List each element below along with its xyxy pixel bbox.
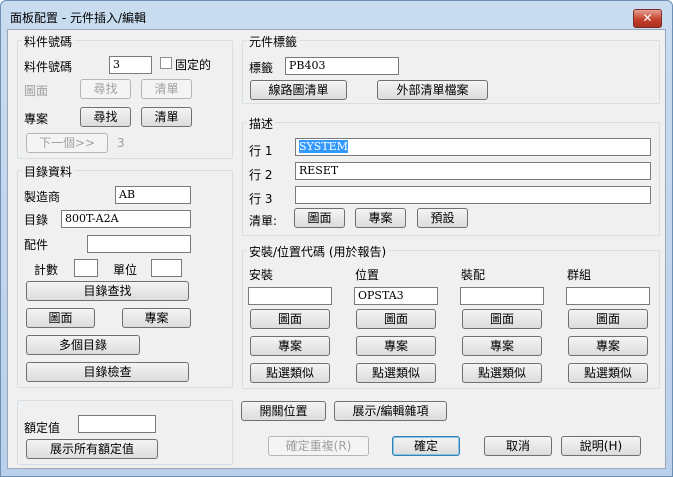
count-input[interactable] (74, 259, 98, 277)
ok-repeat-button[interactable]: 確定重複(R) (268, 436, 369, 456)
description-line-2-input[interactable]: RESET (295, 162, 651, 180)
description-line-1-label: 行 1 (249, 144, 273, 158)
close-button[interactable]: ✕ (633, 9, 662, 28)
group-code-input[interactable] (566, 287, 650, 305)
next-button[interactable]: 下一個>> (26, 133, 108, 153)
close-icon: ✕ (642, 11, 653, 25)
switch-positions-button[interactable]: 開關位置 (241, 401, 326, 421)
manufacturer-input[interactable]: AB (115, 186, 191, 204)
assembly-code-input[interactable] (460, 287, 544, 305)
assembly-code-pick-similar-button[interactable]: 點選類似 (462, 363, 542, 383)
cancel-button[interactable]: 取消 (484, 436, 552, 456)
multiple-catalog-button[interactable]: 多個目錄 (26, 335, 140, 355)
unit-label: 單位 (113, 263, 138, 277)
location-drawing-button[interactable]: 圖面 (356, 309, 436, 329)
fixed-label: 固定的 (175, 58, 212, 72)
installation-label: 安裝 (249, 268, 274, 282)
catalog-check-button[interactable]: 目錄檢查 (26, 362, 189, 382)
catalog-lookup-button[interactable]: 目錄查找 (26, 281, 189, 301)
assembly-code-drawing-button[interactable]: 圖面 (462, 309, 542, 329)
location-pick-similar-button[interactable]: 點選類似 (356, 363, 436, 383)
item-number-input[interactable]: 3 (109, 56, 152, 74)
description-list-label: 清單: (249, 214, 278, 228)
item-number-label: 料件號碼 (24, 60, 73, 74)
assembly-code-label: 裝配 (461, 268, 486, 282)
assembly-code-project-button[interactable]: 專案 (462, 336, 542, 356)
description-line-2-label: 行 2 (249, 168, 273, 182)
item-project-list-button[interactable]: 清單 (141, 107, 192, 127)
description-drawing-button[interactable]: 圖面 (294, 208, 345, 228)
catalog-drawing-button[interactable]: 圖面 (26, 308, 95, 328)
tag-group-title: 元件標籤 (247, 33, 300, 50)
item-drawing-find-button[interactable]: 尋找 (80, 79, 131, 99)
external-list-file-button[interactable]: 外部清單檔案 (377, 80, 488, 100)
location-label: 位置 (355, 268, 380, 282)
tag-input[interactable]: PB403 (285, 57, 399, 75)
installation-pick-similar-button[interactable]: 點選類似 (250, 363, 330, 383)
description-project-button[interactable]: 專案 (355, 208, 406, 228)
rating-label: 額定值 (24, 421, 61, 435)
unit-input[interactable] (151, 259, 182, 277)
description-group-title: 描述 (247, 115, 276, 132)
item-project-find-button[interactable]: 尋找 (80, 107, 131, 127)
description-line-1-text: SYSTEM (299, 140, 348, 153)
item-project-label: 專案 (24, 112, 49, 126)
next-count: 3 (117, 136, 125, 150)
ok-button[interactable]: 確定 (392, 436, 460, 456)
installation-drawing-button[interactable]: 圖面 (250, 309, 330, 329)
description-line-3-input[interactable] (295, 186, 651, 204)
assembly-input[interactable] (87, 235, 191, 253)
group-code-label: 群組 (567, 268, 592, 282)
group-code-project-button[interactable]: 專案 (568, 336, 648, 356)
item-number-group-title: 料件號碼 (22, 33, 75, 50)
group-code-drawing-button[interactable]: 圖面 (568, 309, 648, 329)
group-code-pick-similar-button[interactable]: 點選類似 (568, 363, 648, 383)
item-drawing-label: 圖面 (24, 84, 49, 98)
catalog-input[interactable]: 800T-A2A (61, 210, 191, 228)
installation-project-button[interactable]: 專案 (250, 336, 330, 356)
description-defaults-button[interactable]: 預設 (417, 208, 468, 228)
description-line-3-label: 行 3 (249, 192, 273, 206)
location-codes-group-title: 安裝/位置代碼 (用於報告) (247, 243, 389, 260)
assembly-label: 配件 (24, 238, 49, 252)
tag-label: 標籤 (249, 61, 274, 75)
dialog-client: 料件號碼 料件號碼 3 固定的 圖面 尋找 清單 專案 尋找 清單 下一個>> … (7, 29, 666, 469)
manufacturer-label: 製造商 (24, 190, 61, 204)
catalog-group-title: 目錄資料 (22, 163, 75, 180)
fixed-checkbox[interactable] (160, 57, 172, 69)
catalog-label: 目錄 (24, 213, 49, 227)
description-line-1-input[interactable]: SYSTEM (295, 138, 651, 156)
schematic-list-button[interactable]: 線路圖清單 (250, 80, 347, 100)
location-input[interactable]: OPSTA3 (354, 287, 438, 305)
catalog-project-button[interactable]: 專案 (122, 308, 191, 328)
rating-input[interactable] (78, 415, 156, 433)
window-title: 面板配置 - 元件插入/編輯 (10, 11, 147, 25)
help-button[interactable]: 說明(H) (561, 436, 641, 456)
title-bar: 面板配置 - 元件插入/編輯 ✕ (1, 1, 672, 31)
item-drawing-list-button[interactable]: 清單 (141, 79, 192, 99)
show-all-ratings-button[interactable]: 展示所有額定值 (26, 439, 158, 459)
count-label: 計數 (34, 263, 59, 277)
location-project-button[interactable]: 專案 (356, 336, 436, 356)
installation-input[interactable] (248, 287, 332, 305)
show-edit-misc-button[interactable]: 展示/編輯雜項 (334, 401, 447, 421)
